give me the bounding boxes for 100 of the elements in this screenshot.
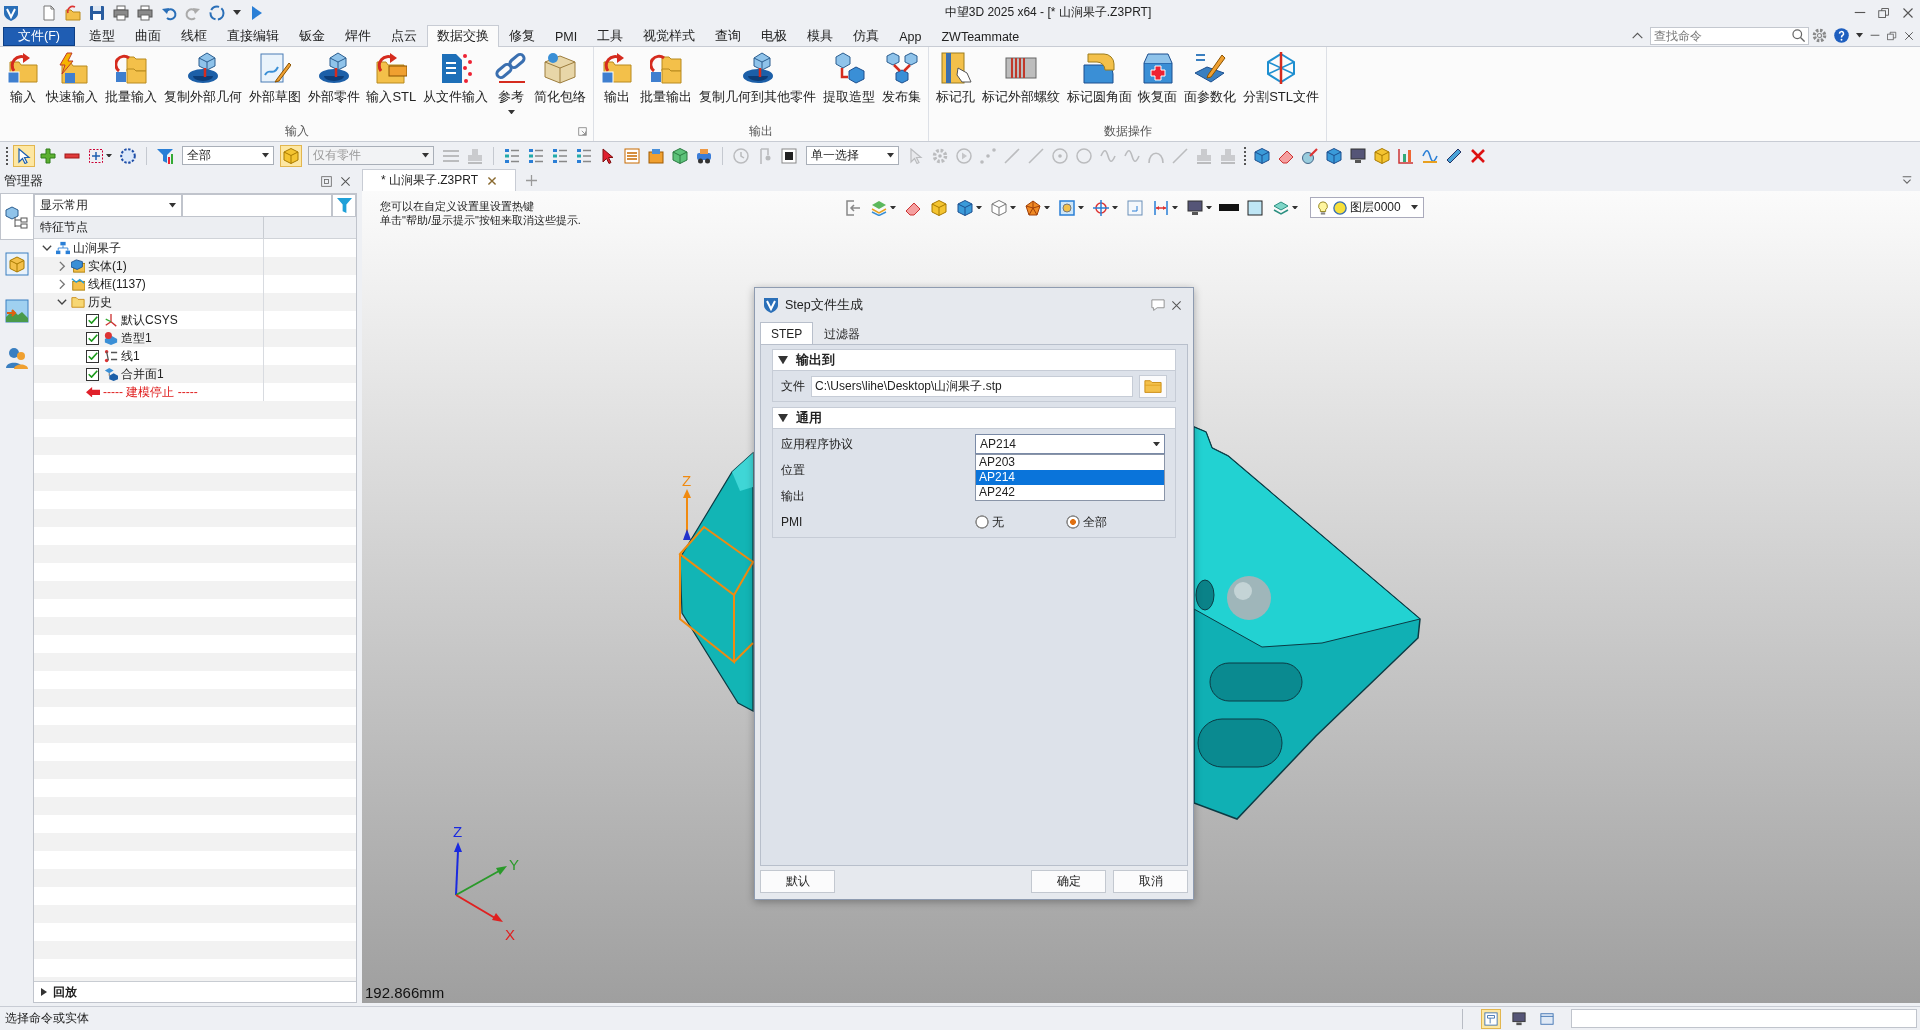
filter-dropdown[interactable]: 显示常用 bbox=[34, 194, 182, 217]
refresh-icon[interactable] bbox=[209, 4, 225, 21]
menu-tab[interactable]: 模具 bbox=[797, 26, 844, 46]
comment-icon[interactable] bbox=[1151, 298, 1165, 312]
dialog-button[interactable]: 取消 bbox=[1113, 869, 1188, 893]
triangle-right-icon[interactable] bbox=[41, 988, 47, 996]
launcher-icon[interactable] bbox=[578, 126, 587, 136]
toolbar-button[interactable] bbox=[13, 144, 35, 167]
help-icon[interactable] bbox=[1834, 28, 1849, 43]
dialog-button[interactable]: 默认 bbox=[760, 869, 835, 893]
ribbon-button[interactable]: 外部零件 bbox=[305, 52, 362, 107]
menu-tab[interactable]: 视觉样式 bbox=[633, 26, 706, 46]
menu-tab[interactable]: 直接编辑 bbox=[217, 26, 289, 46]
menu-tab[interactable]: ZWTeammate bbox=[931, 26, 1030, 46]
tree-item[interactable]: 实体(1) bbox=[88, 257, 127, 275]
plus-icon[interactable] bbox=[526, 174, 537, 186]
caret-icon[interactable] bbox=[1856, 33, 1863, 38]
dropdown-option[interactable]: AP203 bbox=[976, 455, 1164, 470]
dropdown-option[interactable]: AP214 bbox=[976, 470, 1164, 485]
menu-tab[interactable]: 线框 bbox=[171, 26, 217, 46]
view-toolbar-button[interactable] bbox=[954, 197, 984, 218]
browse-button[interactable] bbox=[1139, 374, 1167, 398]
tree-item[interactable]: 线框(1137) bbox=[88, 275, 146, 293]
search-field[interactable]: 查找命令 bbox=[1650, 26, 1809, 45]
dropdown[interactable]: AP214 bbox=[975, 434, 1165, 454]
ribbon-button[interactable]: 输出 bbox=[599, 52, 635, 107]
checkbox[interactable] bbox=[86, 349, 99, 363]
menu-tab[interactable]: App bbox=[889, 26, 932, 46]
menu-tab[interactable]: 点云 bbox=[381, 26, 427, 46]
ribbon-button[interactable]: 复制外部几何 bbox=[161, 52, 244, 107]
tree-item[interactable]: 默认CSYS bbox=[121, 311, 178, 329]
panel-tab[interactable] bbox=[0, 193, 33, 240]
chevron-right-icon[interactable] bbox=[58, 278, 66, 290]
menu-tab[interactable]: 查询 bbox=[705, 26, 752, 46]
dialog-tab[interactable]: 过滤器 bbox=[813, 324, 872, 344]
close-icon[interactable] bbox=[1904, 30, 1914, 41]
close-icon[interactable] bbox=[340, 175, 351, 187]
stop-marker[interactable]: ----- 建模停止 ----- bbox=[103, 383, 198, 401]
radio-button[interactable]: 无 bbox=[975, 514, 1004, 530]
close-icon[interactable] bbox=[487, 175, 498, 186]
checkbox[interactable] bbox=[86, 313, 99, 327]
printer-icon[interactable] bbox=[113, 4, 129, 21]
ribbon-button[interactable]: 恢复面 bbox=[1136, 52, 1180, 107]
settings-icon[interactable] bbox=[1812, 28, 1827, 43]
document-tab[interactable]: * 山涧果子.Z3PRT bbox=[362, 169, 516, 191]
ribbon-button[interactable]: 提取造型 bbox=[821, 52, 877, 107]
caret-icon[interactable] bbox=[233, 10, 241, 15]
tree-item[interactable]: 历史 bbox=[88, 293, 112, 311]
file-path-field[interactable]: C:\Users\lihe\Desktop\山涧果子.stp bbox=[811, 375, 1133, 397]
chevron-up-icon[interactable] bbox=[1632, 31, 1643, 40]
ribbon-button[interactable]: 分割STL文件 bbox=[1241, 52, 1321, 107]
ribbon-button[interactable]: 标记外部螺纹 bbox=[979, 52, 1062, 107]
radio-button[interactable]: 全部 bbox=[1066, 514, 1107, 530]
menu-tab[interactable]: 修复 bbox=[499, 26, 545, 46]
dropdown[interactable]: 单一选择 bbox=[806, 146, 899, 165]
menu-tab[interactable]: 数据交换 bbox=[427, 25, 499, 47]
chevron-down-icon[interactable] bbox=[57, 298, 67, 306]
ribbon-button[interactable]: 标记孔 bbox=[934, 52, 977, 107]
tree-item[interactable]: 合并面1 bbox=[121, 365, 164, 383]
tree-item[interactable]: 线1 bbox=[121, 347, 140, 365]
dropdown-option[interactable]: AP242 bbox=[976, 485, 1164, 500]
close-icon[interactable] bbox=[1171, 299, 1182, 311]
filter-button[interactable] bbox=[332, 194, 356, 217]
ribbon-button[interactable]: 输入STL bbox=[364, 52, 419, 107]
search-field[interactable] bbox=[182, 194, 332, 217]
chevron-down-icon[interactable] bbox=[42, 244, 52, 252]
tree-item[interactable]: 造型1 bbox=[121, 329, 152, 347]
dialog-tab[interactable]: STEP bbox=[760, 322, 814, 344]
file-menu-button[interactable]: 文件(F) bbox=[3, 27, 75, 46]
ribbon-button[interactable]: 外部草图 bbox=[246, 52, 303, 107]
ribbon-button[interactable]: 输入 bbox=[5, 52, 41, 107]
ribbon-button[interactable]: 复制几何到其他零件 bbox=[697, 52, 818, 107]
ribbon-button[interactable]: 面参数化 bbox=[1182, 52, 1239, 107]
ribbon-button[interactable]: 批量输入 bbox=[102, 52, 159, 107]
section-header[interactable]: 通用 bbox=[772, 407, 1176, 429]
menu-tab[interactable]: 钣金 bbox=[289, 26, 335, 46]
command-input-field[interactable] bbox=[1571, 1009, 1917, 1028]
ribbon-button[interactable]: 从文件输入 bbox=[421, 52, 491, 107]
ribbon-button[interactable]: 简化包络 bbox=[532, 52, 588, 107]
minimize-icon[interactable] bbox=[1870, 34, 1880, 37]
tree-item[interactable]: 山涧果子 bbox=[73, 239, 121, 257]
minimize-icon[interactable] bbox=[1854, 11, 1866, 14]
menu-tab[interactable]: 曲面 bbox=[125, 26, 171, 46]
menu-tab[interactable]: 仿真 bbox=[843, 26, 890, 46]
ribbon-button[interactable]: 发布集 bbox=[880, 52, 923, 107]
menu-tab[interactable]: 工具 bbox=[587, 26, 634, 46]
restore-icon[interactable] bbox=[321, 175, 332, 187]
ribbon-button[interactable]: 标记圆角面 bbox=[1064, 52, 1134, 107]
layer-dropdown[interactable]: 图层0000 bbox=[1310, 197, 1424, 218]
folder-arrow-icon[interactable] bbox=[65, 4, 81, 21]
expand-icon[interactable] bbox=[1902, 176, 1912, 184]
close-icon[interactable] bbox=[1902, 6, 1914, 19]
printer-icon[interactable] bbox=[137, 4, 153, 21]
menu-tab[interactable]: 电极 bbox=[751, 26, 798, 46]
checkbox[interactable] bbox=[86, 331, 99, 345]
checkbox[interactable] bbox=[86, 367, 99, 381]
ribbon-button[interactable]: 批量输出 bbox=[638, 52, 694, 107]
dropdown[interactable]: 全部 bbox=[182, 146, 274, 165]
section-header[interactable]: 输出到 bbox=[772, 349, 1176, 371]
menu-tab[interactable]: PMI bbox=[545, 26, 588, 46]
